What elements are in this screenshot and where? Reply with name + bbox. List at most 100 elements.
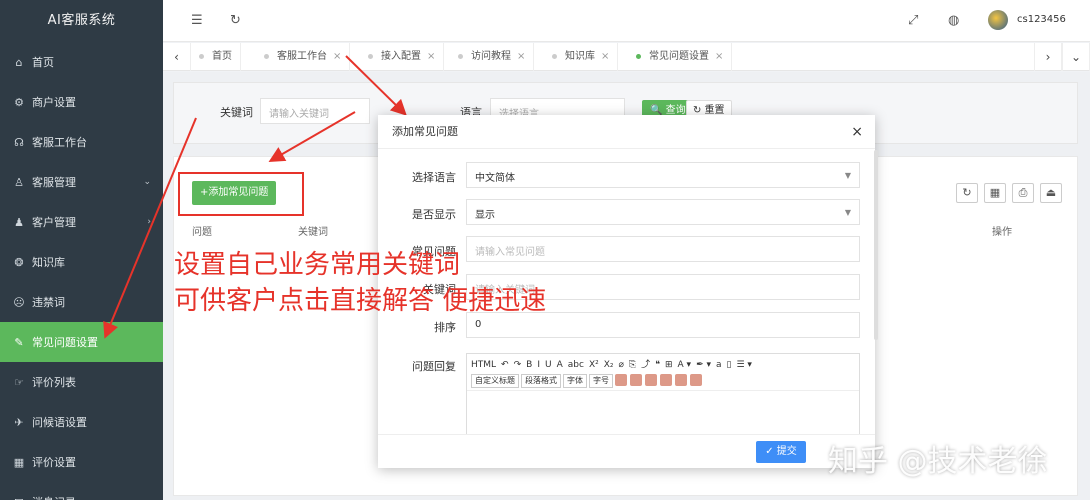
language-field-value: 中文简体 [475,173,515,184]
tab-next-button[interactable]: › [1034,43,1062,71]
editor-tool-icon[interactable]: U [545,360,552,370]
sidebar-item[interactable]: ♙ 客服管理 ⌄ [0,162,163,202]
question-field-input[interactable]: 请输入常见问题 [466,236,860,262]
editor-tool-icon[interactable]: X₂ [604,360,614,370]
unlink-icon[interactable] [630,374,642,386]
file-icon[interactable] [690,374,702,386]
globe-icon[interactable]: ◍ [948,13,959,28]
editor-select[interactable]: 字体 [563,374,587,388]
modal-footer: ✓ 提交 [378,434,875,468]
app-brand: AI客服系统 [47,13,116,28]
sidebar-item[interactable]: ✈ 问候语设置 [0,402,163,442]
close-icon[interactable]: × [851,115,863,149]
tab-dot-icon [458,53,463,59]
message-icon: ✉ [12,496,26,500]
sidebar-item[interactable]: ♟ 客户管理 › [0,202,163,242]
editor-tool-icon[interactable]: I [537,360,540,370]
annotation-highlight-box [178,172,304,216]
editor-select[interactable]: 自定义标题 [471,374,519,388]
sidebar-item-label: 客服工作台 [32,136,87,149]
refresh-icon[interactable]: ↻ [230,13,241,28]
image-icon[interactable] [645,374,657,386]
tab-close-icon[interactable]: × [427,51,435,62]
calendar-icon: ▦ [13,455,25,469]
column-action: 操作 [992,227,1012,238]
display-field-value: 显示 [475,210,495,221]
tab[interactable]: 客服工作台 × [256,43,351,71]
editor-tool-icon[interactable]: a [716,360,722,370]
sidebar-item-label: 评价列表 [32,376,76,389]
editor-tool-icon[interactable]: ⌀ [619,360,624,370]
menu-toggle-icon[interactable]: ☰ [191,13,203,28]
editor-tool-icon[interactable]: HTML [471,360,496,370]
tab-close-icon[interactable]: × [333,51,341,62]
tab[interactable]: 知识库 × [544,43,619,71]
sidebar-item-label: 客服管理 [32,176,76,189]
table-columns-icon[interactable]: ▦ [984,183,1006,203]
thumb-icon: ☞ [14,375,24,389]
sidebar-item[interactable]: ☊ 客服工作台 [0,122,163,162]
tab-prev-button[interactable]: ‹ [163,43,191,71]
user-icon: ♙ [14,175,24,189]
tab-dot-icon [199,53,204,59]
editor-tool-icon[interactable]: ⎘ [629,360,636,370]
chevron-icon: ⌄ [143,177,151,187]
editor-tool-icon[interactable]: ✒ ▾ [696,360,711,370]
tab[interactable]: 访问教程 × [450,43,535,71]
sidebar-item[interactable]: ▦ 评价设置 [0,442,163,482]
sidebar-item[interactable]: ✉ 消息记录 [0,482,163,500]
submit-button[interactable]: ✓ 提交 [756,441,806,463]
sidebar-item-label: 问候语设置 [32,416,87,429]
avatar[interactable] [988,10,1008,30]
tab[interactable]: 常见问题设置 × [628,43,733,71]
editor-select[interactable]: 段落格式 [521,374,561,388]
editor-tool-icon[interactable]: ⊞ [665,360,673,370]
editor-tool-icon[interactable]: ▯ [727,360,732,370]
editor-tool-icon[interactable]: ☰ ▾ [736,360,751,370]
table-print-icon[interactable]: ⎙ [1012,183,1034,203]
table-export-icon[interactable]: ⏏ [1040,183,1062,203]
rich-text-editor[interactable]: HTML ↶ ↷ B I U Aabc X² X₂ ⌀ ⎘ ⤴ ❝ ⊞ A ▾ ✒ ▾ a ▯ ☰ ▾ 自定义标题段… [466,353,860,435]
tab[interactable]: 首页 [191,43,241,71]
language-field-select[interactable]: 中文简体 ▼ [466,162,860,188]
sidebar-item[interactable]: ⚙ 商户设置 [0,82,163,122]
display-field-select[interactable]: 显示 ▼ [466,199,860,225]
editor-tool-icon[interactable]: ⤴ [641,360,650,370]
modal-scrollbar[interactable] [874,150,878,340]
table-refresh-icon[interactable]: ↻ [956,183,978,203]
sidebar-item[interactable]: ❂ 知识库 [0,242,163,282]
link-icon[interactable] [615,374,627,386]
emoji-icon[interactable] [675,374,687,386]
sidebar-item[interactable]: ☹ 违禁词 [0,282,163,322]
username[interactable]: cs123456 [1017,14,1066,25]
editor-select[interactable]: 字号 [589,374,613,388]
tab-label: 首页 [212,51,232,62]
editor-tool-icon[interactable]: B [526,360,532,370]
display-row: 是否显示 显示 ▼ [378,199,875,229]
editor-tool-icon[interactable]: ❝ [655,360,660,370]
editor-tool-icon[interactable]: abc [568,360,584,370]
editor-tool-icon[interactable]: X² [589,360,599,370]
editor-body[interactable] [467,390,859,434]
edit-icon: ✎ [14,335,24,349]
tab-close-icon[interactable]: × [715,51,723,62]
editor-tool-icon[interactable]: A ▾ [678,360,692,370]
sidebar-item[interactable]: ⌂ 首页 [0,42,163,82]
sidebar-item[interactable]: ☞ 评价列表 [0,362,163,402]
reply-field-label: 问题回复 [412,360,456,373]
tab-close-icon[interactable]: × [601,51,609,62]
language-field-label: 选择语言 [412,171,456,184]
tab-more-button[interactable]: ⌄ [1062,43,1090,71]
fullscreen-icon[interactable]: ⤢ [908,13,918,28]
keyword-search-input[interactable]: 请输入关键词 [260,98,370,124]
sidebar-item-label: 消息记录 [32,494,76,500]
editor-toolbar-row2: 自定义标题 段落格式 字体 字号 [467,372,859,390]
sidebar-item-label: 客户管理 [32,216,76,229]
editor-tool-icon[interactable]: ↷ [514,360,522,370]
editor-tool-icon[interactable]: A [557,360,563,370]
media-icon[interactable] [660,374,672,386]
sidebar-item[interactable]: ✎ 常见问题设置 [0,322,163,362]
tab-close-icon[interactable]: × [517,51,525,62]
editor-tool-icon[interactable]: ↶ [501,360,509,370]
tab[interactable]: 接入配置 × [360,43,445,71]
